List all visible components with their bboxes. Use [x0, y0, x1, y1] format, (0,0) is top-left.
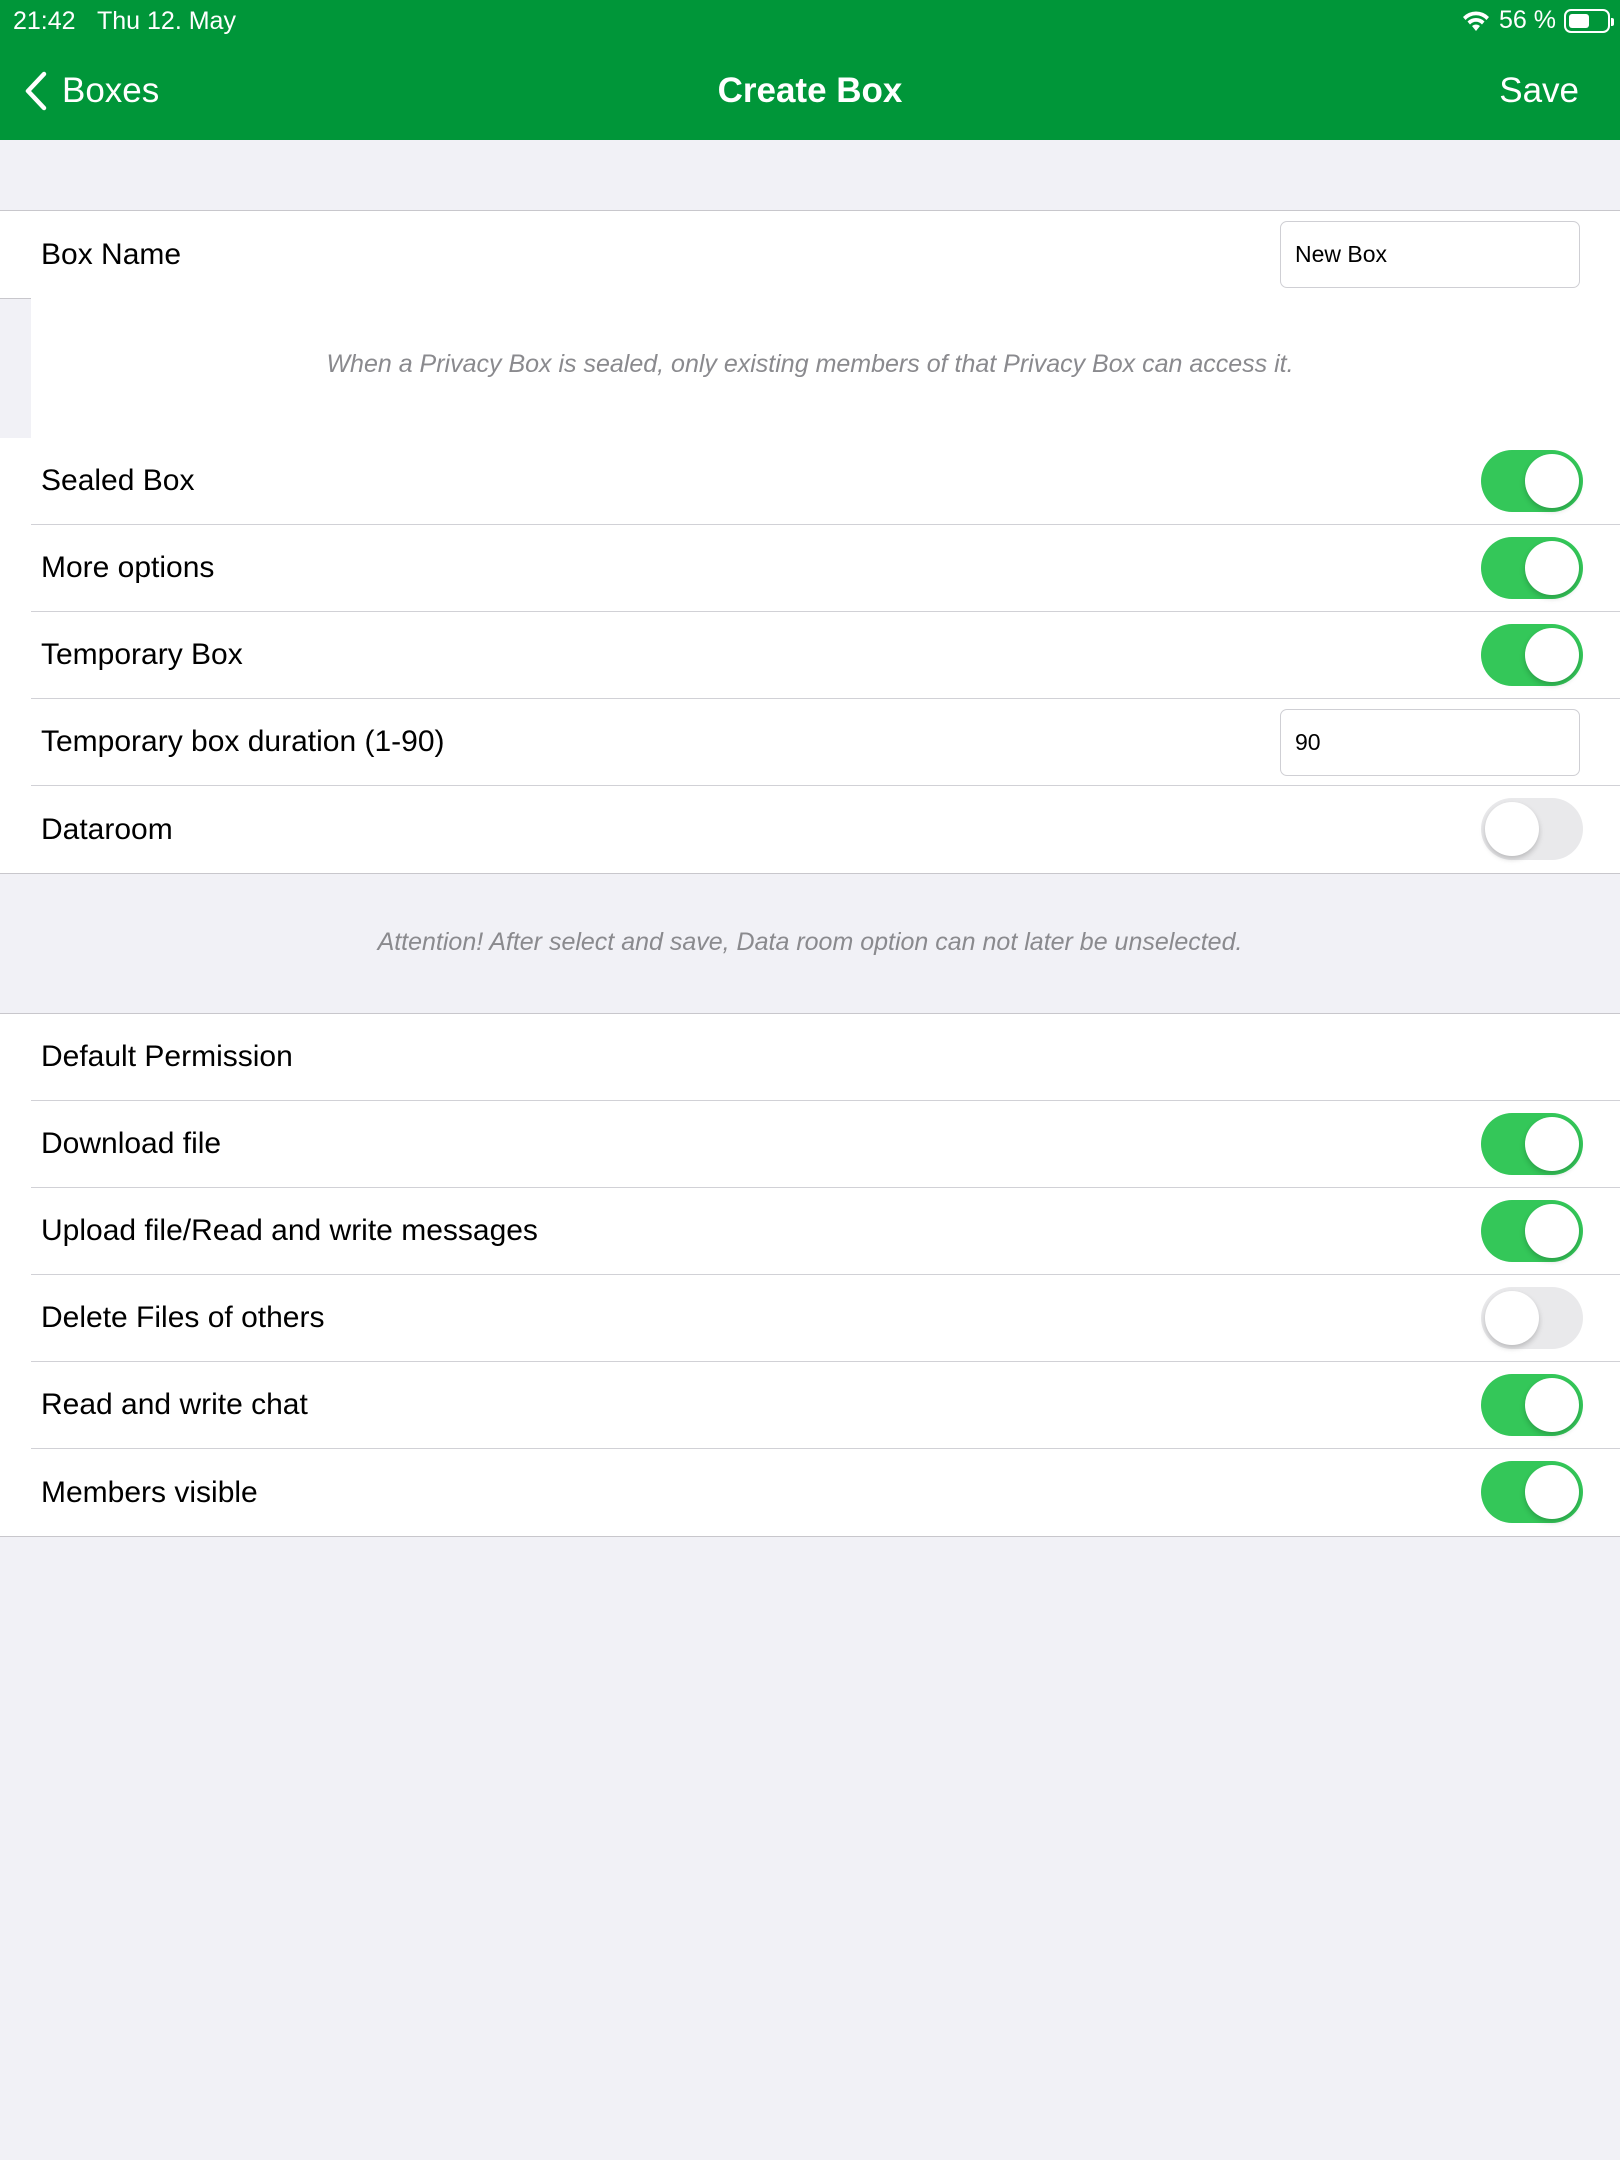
permission-label: Members visible — [41, 1475, 258, 1509]
sealed-note: When a Privacy Box is sealed, only exist… — [326, 350, 1294, 378]
more-options-toggle[interactable] — [1481, 537, 1583, 599]
sealed-box-label: Sealed Box — [41, 464, 195, 497]
permission-row-download: Download file — [31, 1101, 1620, 1188]
box-name-row: Box Name New Box — [31, 211, 1620, 298]
more-options-label: More options — [41, 551, 215, 584]
sealed-box-row: Sealed Box — [31, 438, 1620, 525]
delete-files-toggle[interactable] — [1481, 1287, 1583, 1349]
back-button[interactable]: Boxes — [22, 66, 159, 116]
permissions-section: Default Permission Download file Upload … — [0, 1013, 1620, 1537]
members-visible-toggle[interactable] — [1481, 1461, 1583, 1523]
box-name-input[interactable]: New Box — [1280, 221, 1580, 288]
permission-label: Delete Files of others — [41, 1301, 325, 1334]
chevron-left-icon — [25, 71, 47, 111]
temporary-box-row: Temporary Box — [31, 612, 1620, 699]
permission-row-members: Members visible — [31, 1449, 1620, 1536]
battery-percentage: 56 % — [1499, 6, 1556, 34]
status-date: Thu 12. May — [97, 7, 236, 35]
page-title: Create Box — [717, 71, 903, 110]
upload-file-toggle[interactable] — [1481, 1200, 1583, 1262]
permissions-header: Default Permission — [41, 1040, 293, 1073]
save-button[interactable]: Save — [1499, 66, 1579, 116]
status-time: 21:42 — [13, 7, 76, 35]
permission-label: Download file — [41, 1127, 222, 1160]
battery-icon — [1564, 8, 1614, 33]
duration-input[interactable]: 90 — [1280, 709, 1580, 776]
download-file-toggle[interactable] — [1481, 1113, 1583, 1175]
more-options-row: More options — [31, 525, 1620, 612]
duration-row: Temporary box duration (1-90) 90 — [31, 699, 1620, 786]
box-name-section: Box Name New Box — [0, 210, 1620, 299]
dataroom-label: Dataroom — [41, 812, 173, 846]
permissions-header-row: Default Permission — [31, 1014, 1620, 1101]
permission-row-delete: Delete Files of others — [31, 1275, 1620, 1362]
permission-label: Read and write chat — [41, 1388, 308, 1421]
temporary-box-toggle[interactable] — [1481, 624, 1583, 686]
permission-row-upload: Upload file/Read and write messages — [31, 1188, 1620, 1275]
back-button-label: Boxes — [62, 71, 160, 110]
temporary-box-label: Temporary Box — [41, 638, 243, 671]
sealed-note-block: When a Privacy Box is sealed, only exist… — [31, 297, 1620, 439]
read-write-chat-toggle[interactable] — [1481, 1374, 1583, 1436]
dataroom-toggle[interactable] — [1481, 798, 1583, 860]
dataroom-row: Dataroom — [31, 786, 1620, 873]
permission-label: Upload file/Read and write messages — [41, 1214, 538, 1247]
status-bar: 21:42 Thu 12. May 56 % — [0, 0, 1620, 40]
permission-row-chat: Read and write chat — [31, 1362, 1620, 1449]
options-section: Sealed Box More options Temporary Box Te… — [0, 438, 1620, 874]
status-indicators: 56 % — [1461, 6, 1614, 35]
wifi-icon — [1463, 10, 1490, 31]
dataroom-note: Attention! After select and save, Data r… — [377, 928, 1243, 956]
navigation-header: 21:42 Thu 12. May 56 % Boxes Create Box … — [0, 0, 1620, 140]
sealed-box-toggle[interactable] — [1481, 450, 1583, 512]
